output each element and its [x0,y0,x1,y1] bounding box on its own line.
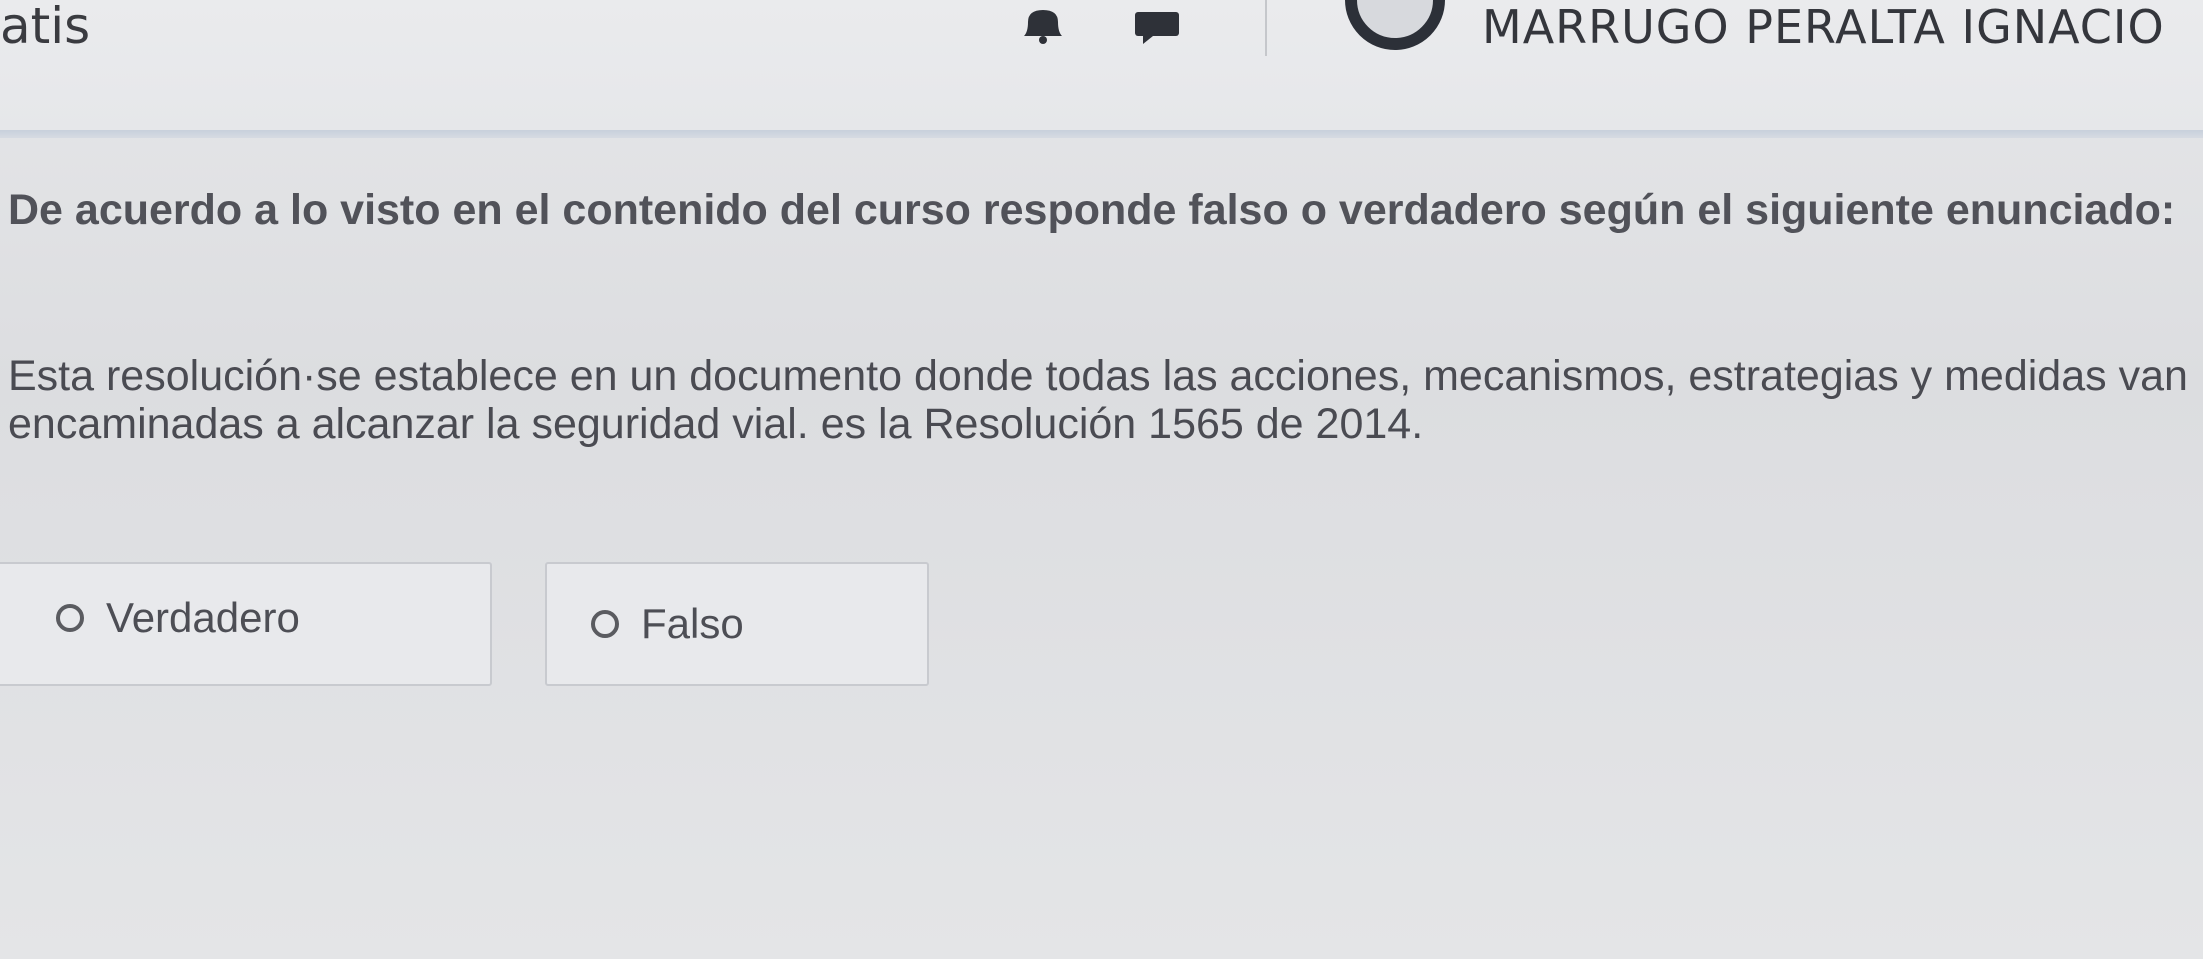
bell-icon[interactable] [1018,6,1068,46]
user-avatar-icon[interactable] [1345,0,1445,50]
option-label-falso: Falso [641,600,744,647]
site-name[interactable]: atis [0,0,90,52]
radio-button-verdadero[interactable] [56,604,84,632]
header-divider [1265,0,1267,56]
question-text: De acuerdo a lo visto en el contenido de… [8,186,2176,234]
chat-bubble-icon[interactable] [1133,10,1181,46]
option-label-verdadero: Verdadero [106,594,300,641]
top-navigation-bar: atis MARRUGO PERALTA IGNACIO [0,0,2203,130]
option-falso[interactable]: Falso [545,562,929,686]
header-underline [0,130,2203,138]
statement-text: Esta resolución·se establece en un docum… [8,352,2188,448]
option-verdadero[interactable]: Verdadero [0,562,492,686]
user-name[interactable]: MARRUGO PERALTA IGNACIO [1482,2,2165,52]
radio-button-falso[interactable] [591,610,619,638]
